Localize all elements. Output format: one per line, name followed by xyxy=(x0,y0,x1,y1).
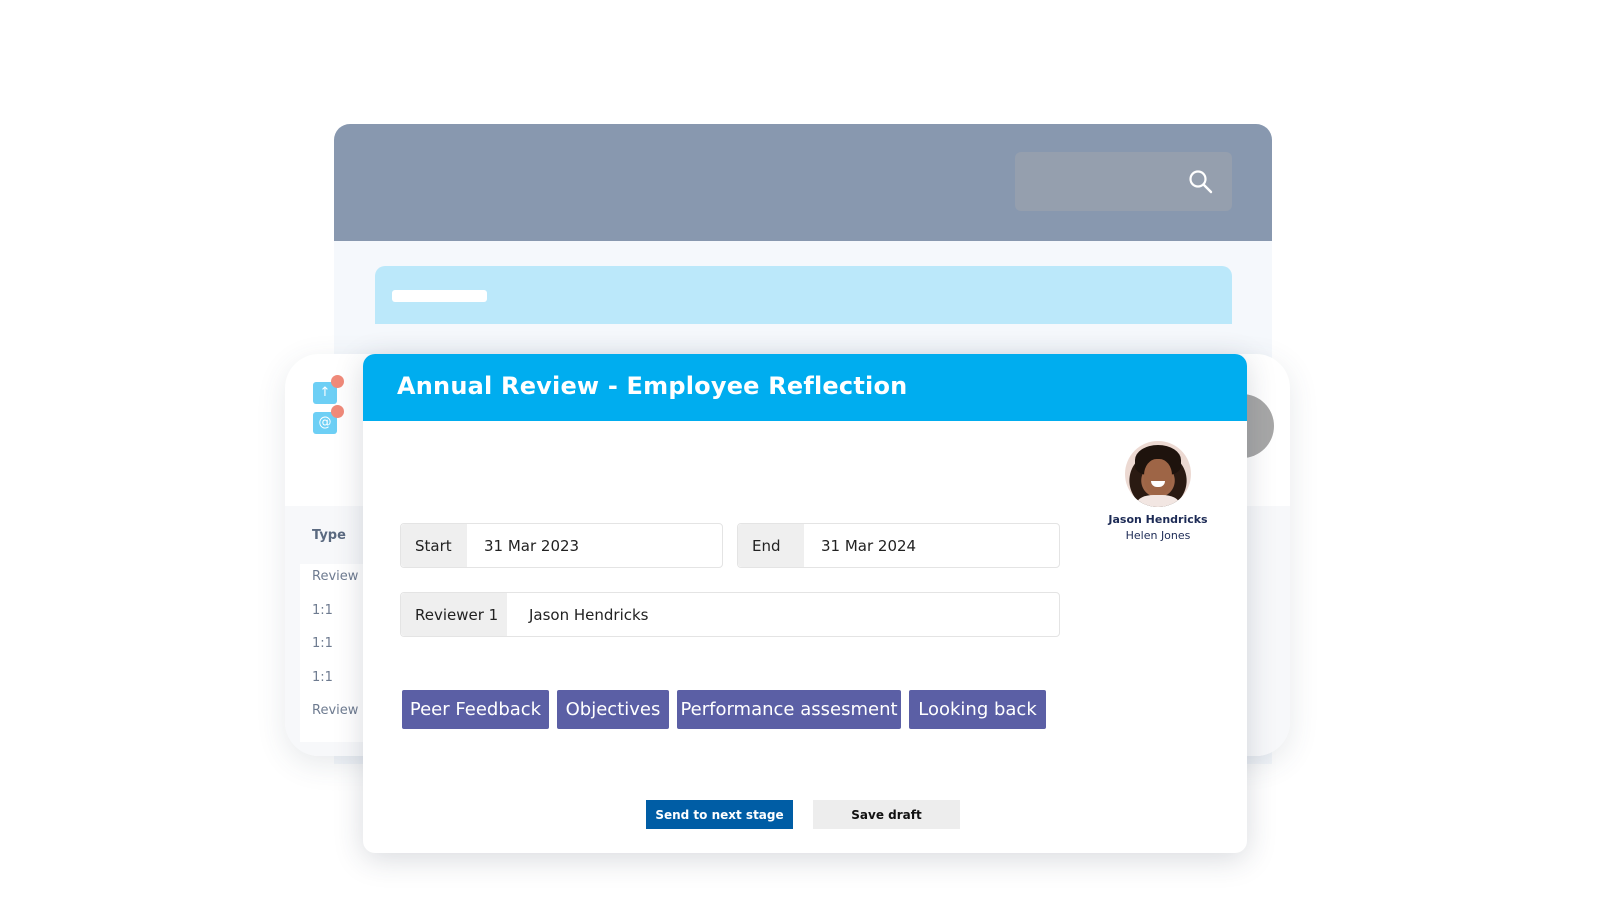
list-item[interactable]: Review xyxy=(312,703,358,718)
start-value[interactable]: 31 Mar 2023 xyxy=(467,524,579,567)
looking-back-button[interactable]: Looking back xyxy=(909,690,1046,729)
employee-name: Jason Hendricks xyxy=(1108,513,1208,526)
background-banner xyxy=(375,266,1232,324)
review-dialog: Annual Review - Employee Reflection Jaso… xyxy=(363,354,1247,853)
send-to-next-stage-button[interactable]: Send to next stage xyxy=(646,800,793,829)
list-item[interactable]: Review xyxy=(312,569,358,584)
dialog-title: Annual Review - Employee Reflection xyxy=(397,372,908,400)
type-column-header: Type xyxy=(312,528,346,543)
end-value[interactable]: 31 Mar 2024 xyxy=(804,524,916,567)
employee-manager: Helen Jones xyxy=(1125,529,1191,542)
mention-icon[interactable]: @ xyxy=(313,405,344,434)
list-item[interactable]: 1:1 xyxy=(312,670,333,685)
list-item[interactable]: 1:1 xyxy=(312,603,333,618)
search-box[interactable] xyxy=(1015,152,1232,211)
end-label: End xyxy=(738,524,804,567)
stage: ↑ @ g Type Review 1:1 1:1 1:1 Review Ann… xyxy=(0,0,1600,900)
list-item[interactable]: 1:1 xyxy=(312,636,333,651)
banner-placeholder xyxy=(392,290,487,302)
start-label: Start xyxy=(401,524,467,567)
notification-dot xyxy=(331,405,344,418)
objectives-button[interactable]: Objectives xyxy=(557,690,669,729)
search-icon[interactable] xyxy=(1188,169,1214,195)
reviewer-value[interactable]: Jason Hendricks xyxy=(507,593,649,636)
reviewer-label: Reviewer 1 xyxy=(401,593,507,636)
avatar xyxy=(1125,441,1191,507)
peer-feedback-button[interactable]: Peer Feedback xyxy=(402,690,549,729)
save-draft-button[interactable]: Save draft xyxy=(813,800,960,829)
employee-card: Jason Hendricks Helen Jones xyxy=(1108,441,1208,542)
notification-dot xyxy=(331,375,344,388)
dialog-header: Annual Review - Employee Reflection xyxy=(363,354,1247,421)
upload-icon[interactable]: ↑ xyxy=(313,375,344,404)
start-date-field[interactable]: Start 31 Mar 2023 xyxy=(400,523,723,568)
reviewer-field[interactable]: Reviewer 1 Jason Hendricks xyxy=(400,592,1060,637)
performance-assessment-button[interactable]: Performance assesment xyxy=(677,690,901,729)
end-date-field[interactable]: End 31 Mar 2024 xyxy=(737,523,1060,568)
background-header xyxy=(334,124,1272,241)
